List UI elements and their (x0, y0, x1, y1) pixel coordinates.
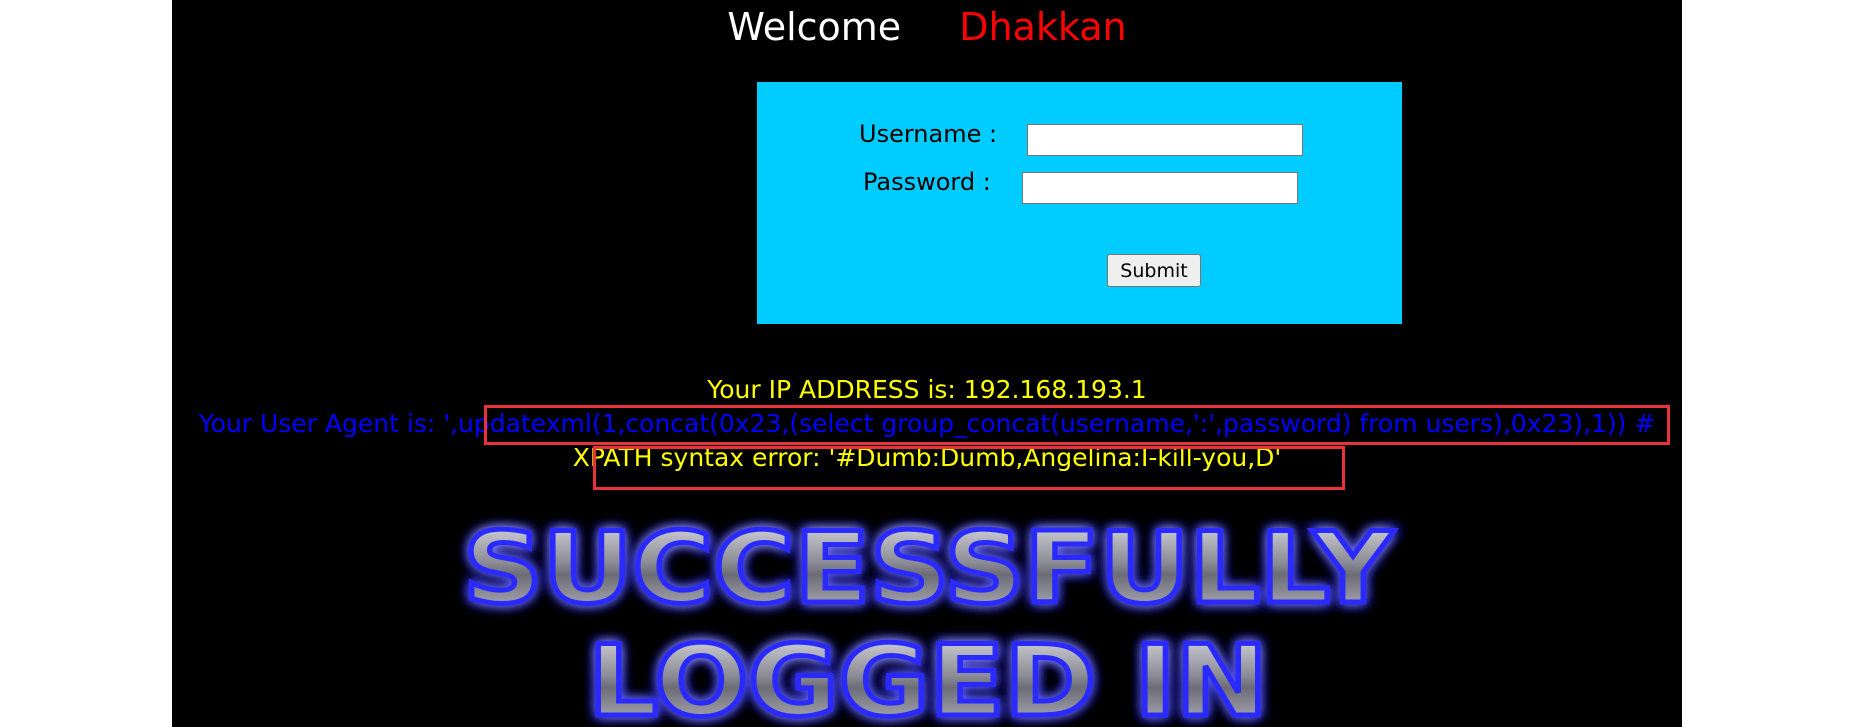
user-agent-label: Your User Agent is: (198, 409, 444, 438)
submit-button[interactable]: Submit (1107, 254, 1201, 287)
page-header: Welcome Dhakkan (172, 2, 1682, 52)
username-field[interactable] (1027, 124, 1303, 156)
user-agent-highlight-box (484, 405, 1670, 445)
banner-line-2: LOGGED IN (588, 625, 1268, 727)
login-form: Username : Password : Submit (757, 82, 1402, 324)
password-field[interactable] (1022, 172, 1298, 204)
error-highlight-box (593, 446, 1345, 490)
banner-line-1: SUCCESSFULLY (463, 512, 1394, 626)
page: Welcome Dhakkan Username : Password : Su… (172, 0, 1682, 727)
password-label: Password : (863, 168, 991, 196)
success-banner: SUCCESSFULLY LOGGED IN (461, 510, 1397, 727)
username-label: Username : (859, 120, 998, 148)
ip-address-text: Your IP ADDRESS is: 192.168.193.1 (707, 375, 1147, 404)
welcome-text: Welcome (727, 5, 902, 49)
user-name: Dhakkan (959, 5, 1127, 49)
